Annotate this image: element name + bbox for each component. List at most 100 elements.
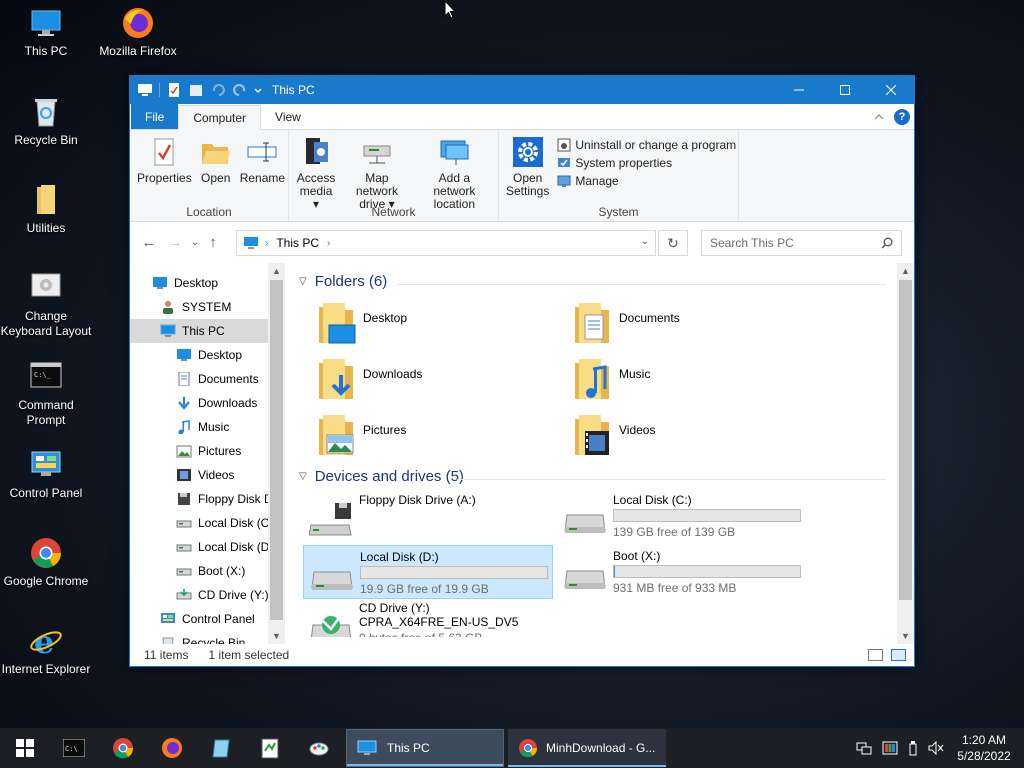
drive-tile-local-disk-c[interactable]: Local Disk (C:) 139 GB free of 139 GB [557, 489, 807, 543]
scrollbar-thumb[interactable] [899, 280, 912, 600]
tab-file[interactable]: File [131, 104, 179, 129]
nav-item-system[interactable]: SYSTEM [130, 295, 285, 319]
folder-tile-desktop[interactable]: Desktop [315, 301, 407, 347]
navigation-pane-scrollbar[interactable]: ▲ ▼ [268, 263, 285, 644]
nav-item-pictures[interactable]: Pictures [130, 439, 285, 463]
taskbar-cmd[interactable]: C:\ [49, 728, 98, 768]
main-pane-scrollbar[interactable]: ▲ ▼ [897, 263, 914, 644]
search-input[interactable]: Search This PC [701, 230, 902, 256]
taskbar-editor[interactable] [245, 728, 294, 768]
undo-icon[interactable] [210, 83, 226, 97]
collapse-ribbon-icon[interactable] [874, 110, 884, 124]
details-view-icon[interactable] [868, 649, 883, 661]
display-icon[interactable] [882, 741, 898, 755]
desktop-icon-recycle-bin[interactable]: Recycle Bin [0, 95, 92, 148]
forward-arrow-icon[interactable]: → [166, 234, 184, 251]
nav-item-cd-drive-y-c[interactable]: CD Drive (Y:) C [130, 583, 285, 607]
desktop-icon-utilities[interactable]: Utilities [0, 183, 92, 236]
customize-toolbar-chevron-icon[interactable] [254, 83, 262, 97]
properties-icon[interactable] [166, 83, 182, 97]
nav-item-label: Videos [198, 468, 235, 482]
desktop-icon [152, 276, 168, 290]
nav-item-local-disk-c[interactable]: Local Disk (C:) [130, 511, 285, 535]
minimize-button[interactable] [776, 76, 822, 104]
taskbar-paint[interactable] [294, 728, 343, 768]
nav-item-music[interactable]: Music [130, 415, 285, 439]
back-arrow-icon[interactable]: ← [140, 234, 158, 251]
desktop-icon-google-chrome[interactable]: Google Chrome [0, 536, 92, 589]
nav-item-local-disk-d[interactable]: Local Disk (D:) [130, 535, 285, 559]
chrome-icon [29, 536, 63, 570]
downloads-icon [176, 396, 192, 410]
drive-tile-cd-drive-y[interactable]: CD Drive (Y:)CPRA_X64FRE_EN-US_DV5 0 byte… [303, 597, 553, 637]
desktop-icon-this-pc[interactable]: This PC [0, 6, 92, 59]
drive-tile-local-disk-d[interactable]: Local Disk (D:) 19.9 GB free of 19.9 GB [303, 545, 553, 599]
address-bar[interactable]: › This PC › ⌄ [236, 230, 656, 256]
nav-item-control-panel[interactable]: Control Panel [130, 607, 285, 631]
folders-heading: Folders (6) [314, 273, 388, 290]
folder-name: Music [619, 367, 651, 381]
nav-item-videos[interactable]: Videos [130, 463, 285, 487]
scroll-down-icon[interactable]: ▼ [268, 628, 285, 644]
taskbar-window-chrome[interactable]: MinhDownload - G... [508, 729, 666, 767]
address-dropdown-chevron-icon[interactable]: ⌄ [641, 236, 649, 247]
desktop-icon-label: Google Chrome [3, 574, 89, 588]
folder-tile-downloads[interactable]: Downloads [315, 357, 422, 403]
drive-tile-floppy-disk-drive-a[interactable]: Floppy Disk Drive (A:) [303, 489, 553, 543]
nav-item-label: Local Disk (C:) [198, 516, 277, 530]
maximize-icon [840, 85, 850, 95]
drive-tile-boot-x[interactable]: Boot (X:) 931 MB free of 933 MB [557, 545, 807, 599]
desktop-icon-firefox[interactable]: Mozilla Firefox [92, 6, 184, 59]
tab-computer[interactable]: Computer [178, 105, 262, 130]
usb-icon[interactable] [908, 740, 918, 756]
nav-item-desktop[interactable]: Desktop [130, 271, 285, 295]
network-icon[interactable] [856, 741, 872, 755]
folder-tile-documents[interactable]: Documents [571, 301, 680, 347]
desktop-icon-control-panel[interactable]: Control Panel [0, 448, 92, 501]
scroll-down-icon[interactable]: ▼ [897, 628, 914, 644]
nav-item-recycle-bin[interactable]: Recycle Bin [130, 631, 285, 644]
title-bar[interactable]: This PC [130, 76, 914, 104]
recent-locations-chevron-icon[interactable]: ⌄ [186, 237, 204, 248]
taskbar-notepad[interactable] [196, 728, 245, 768]
large-icons-view-icon[interactable] [891, 649, 906, 661]
nav-item-downloads[interactable]: Downloads [130, 391, 285, 415]
clock[interactable]: 1:20 AM 5/28/2022 [954, 732, 1014, 764]
desktop-icon-keyboard-layout[interactable]: Change Keyboard Layout [0, 271, 92, 339]
scroll-up-icon[interactable]: ▲ [897, 263, 914, 279]
svg-text:e: e [34, 624, 54, 658]
system-properties-button[interactable]: System properties [557, 156, 736, 170]
folders-section-header[interactable]: ▽ Folders (6) [299, 273, 387, 290]
file-explorer-window: This PC File Computer View ? Properties … [129, 75, 915, 667]
breadcrumb-this-pc[interactable]: This PC [276, 236, 319, 250]
maximize-button[interactable] [822, 76, 868, 104]
taskbar-firefox[interactable] [147, 728, 196, 768]
close-button[interactable] [868, 76, 914, 104]
nav-item-this-pc[interactable]: This PC [130, 319, 285, 343]
folder-tile-music[interactable]: Music [571, 357, 650, 403]
windows-logo-icon [15, 739, 34, 757]
nav-item-boot-x[interactable]: Boot (X:) [130, 559, 285, 583]
help-icon[interactable]: ? [894, 109, 910, 125]
tab-view[interactable]: View [261, 105, 315, 129]
uninstall-program-button[interactable]: Uninstall or change a program [557, 138, 736, 152]
nav-item-desktop[interactable]: Desktop [130, 343, 285, 367]
desktop-icon-internet-explorer[interactable]: e Internet Explorer [0, 623, 92, 677]
scrollbar-thumb[interactable] [270, 280, 283, 620]
nav-item-floppy-disk-dri[interactable]: Floppy Disk Dri [130, 487, 285, 511]
taskbar-chrome[interactable] [98, 728, 147, 768]
folder-tile-pictures[interactable]: Pictures [315, 413, 406, 459]
manage-button[interactable]: Manage [557, 174, 736, 188]
devices-section-header[interactable]: ▽ Devices and drives (5) [299, 468, 464, 485]
refresh-button[interactable]: ↻ [658, 230, 688, 256]
new-folder-icon[interactable] [188, 83, 204, 97]
start-button[interactable] [0, 728, 49, 768]
nav-item-documents[interactable]: Documents [130, 367, 285, 391]
folder-tile-videos[interactable]: Videos [571, 413, 655, 459]
volume-muted-icon[interactable] [928, 741, 944, 755]
redo-icon[interactable] [232, 83, 248, 97]
scroll-up-icon[interactable]: ▲ [268, 263, 285, 279]
taskbar-window-this-pc[interactable]: This PC [346, 729, 504, 767]
desktop-icon-command-prompt[interactable]: C:\_ Command Prompt [0, 360, 92, 428]
up-arrow-icon[interactable]: ↑ [204, 234, 222, 251]
